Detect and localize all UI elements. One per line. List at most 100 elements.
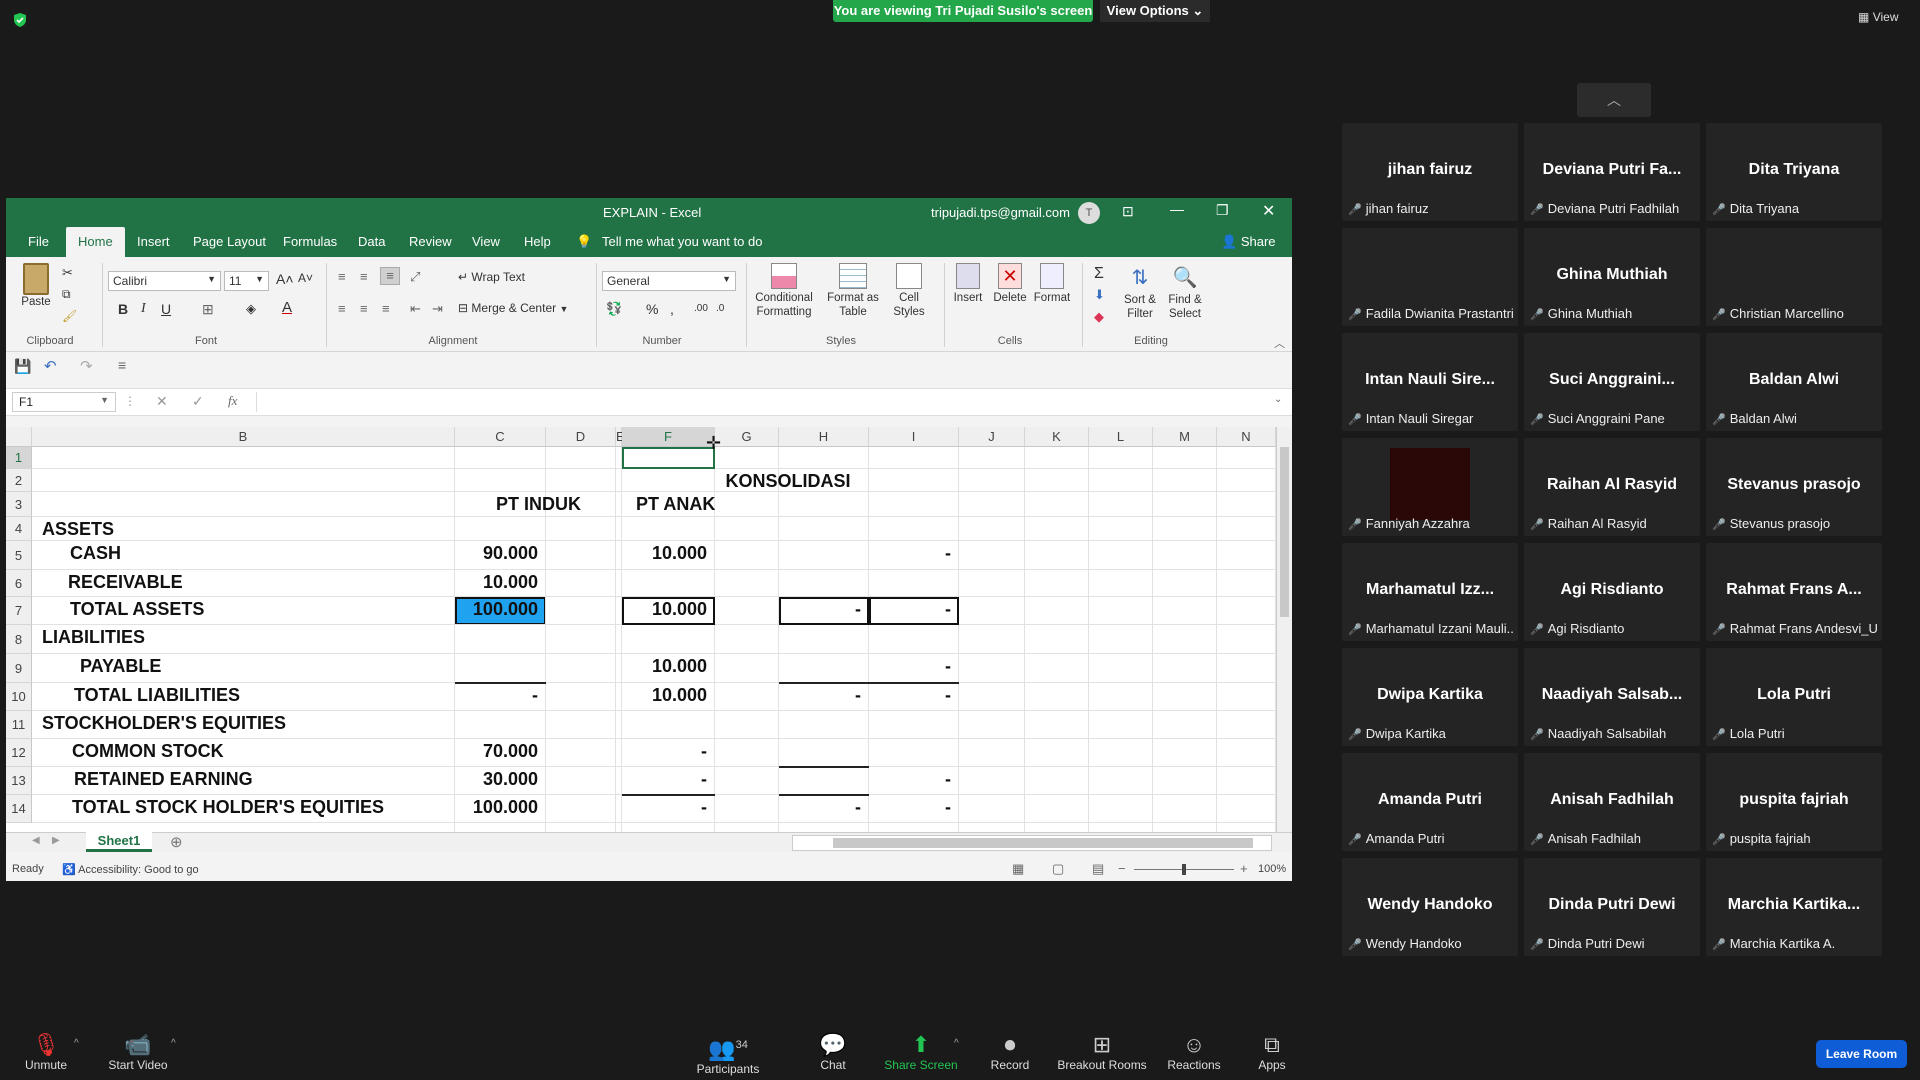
participant-tile[interactable]: 🎤 Christian Marcellino	[1706, 228, 1882, 326]
security-shield-icon[interactable]	[12, 12, 28, 28]
ribbon-display-icon[interactable]: ⊡	[1122, 203, 1134, 220]
increase-indent-icon[interactable]: ⇥	[432, 301, 443, 317]
chat-button[interactable]: 💬 Chat	[808, 1032, 858, 1072]
tab-formulas[interactable]: Formulas	[283, 234, 337, 249]
page-break-view-icon[interactable]: ▤	[1092, 861, 1104, 877]
participant-tile[interactable]: puspita fajriah 🎤 puspita fajriah	[1706, 753, 1882, 851]
participant-tile[interactable]: Raihan Al Rasyid 🎤 Raihan Al Rasyid	[1524, 438, 1700, 536]
sheet-tab-sheet1[interactable]: Sheet1	[86, 832, 152, 852]
format-cells-button[interactable]: Format	[1030, 263, 1074, 305]
bold-icon[interactable]: B	[118, 301, 128, 317]
restore-icon[interactable]: ❐	[1216, 202, 1229, 219]
participant-tile[interactable]: jihan fairuz 🎤 jihan fairuz	[1342, 123, 1518, 221]
wrap-text-button[interactable]: ↵ Wrap Text	[458, 270, 525, 284]
italic-icon[interactable]: I	[141, 301, 146, 317]
participant-tile[interactable]: Rahmat Frans A... 🎤 Rahmat Frans Andesvi_U…	[1706, 543, 1882, 641]
participant-tile[interactable]: Lola Putri 🎤 Lola Putri	[1706, 648, 1882, 746]
start-video-button[interactable]: 📹 Start Video	[104, 1032, 172, 1072]
chevron-up-icon[interactable]: ^	[171, 1038, 176, 1049]
row-header[interactable]: 9	[6, 654, 32, 683]
row-header[interactable]: 13	[6, 767, 32, 795]
column-header[interactable]: H	[779, 427, 869, 447]
record-button[interactable]: ⏺ Record	[984, 1032, 1036, 1072]
format-painter-icon[interactable]: 🖌	[62, 309, 77, 323]
row-header[interactable]: 10	[6, 683, 32, 711]
format-as-table-button[interactable]: Format as Table	[824, 263, 882, 319]
collapse-ribbon-icon[interactable]: ︿	[1274, 335, 1285, 351]
page-layout-view-icon[interactable]: ▢	[1052, 861, 1064, 877]
account-avatar[interactable]: T	[1078, 202, 1100, 224]
percent-icon[interactable]: %	[646, 301, 658, 317]
participants-button[interactable]: 👥34 Participants	[692, 1032, 764, 1076]
column-header[interactable]: B	[32, 427, 455, 447]
cell-styles-button[interactable]: Cell Styles	[884, 263, 934, 319]
participant-tile[interactable]: Naadiyah Salsab... 🎤 Naadiyah Salsabilah	[1524, 648, 1700, 746]
align-center-icon[interactable]: ≡	[360, 301, 368, 316]
participant-tile[interactable]: Agi Risdianto 🎤 Agi Risdianto	[1524, 543, 1700, 641]
fill-icon[interactable]: ⬇	[1094, 287, 1105, 303]
participant-tile[interactable]: Marchia Kartika... 🎤 Marchia Kartika A.	[1706, 858, 1882, 956]
row-header[interactable]: 11	[6, 711, 32, 739]
row-header[interactable]: 12	[6, 739, 32, 767]
decrease-indent-icon[interactable]: ⇤	[410, 301, 421, 317]
row-header[interactable]: 6	[6, 570, 32, 597]
leave-room-button[interactable]: Leave Room	[1816, 1040, 1907, 1068]
participant-tile[interactable]: Stevanus prasojo 🎤 Stevanus prasojo	[1706, 438, 1882, 536]
vertical-scrollbar[interactable]	[1276, 427, 1292, 832]
comma-style-icon[interactable]: ,	[670, 301, 674, 317]
align-middle-icon[interactable]: ≡	[360, 269, 368, 284]
column-header[interactable]: F	[622, 427, 715, 447]
column-header[interactable]: C	[455, 427, 546, 447]
participant-tile[interactable]: 🎤 Fanniyah Azzahra	[1342, 438, 1518, 536]
column-header[interactable]: K	[1025, 427, 1089, 447]
row-header[interactable]: 7	[6, 597, 32, 625]
column-header[interactable]: G	[715, 427, 779, 447]
confirm-formula-icon[interactable]: ✓	[192, 393, 204, 410]
column-header[interactable]: L	[1089, 427, 1153, 447]
align-top-icon[interactable]: ≡	[338, 269, 346, 284]
gallery-scroll-up-button[interactable]: ︿	[1577, 83, 1651, 117]
worksheet-grid[interactable]: B C D E F G H I J K L M N 1 2 3 4 5 6 7 8 9 10 11 12 13 14 KONSOLID…	[6, 427, 1292, 832]
sort-filter-button[interactable]: ⇅ Sort & Filter	[1120, 263, 1160, 321]
align-bottom-icon[interactable]: ≡	[380, 267, 400, 285]
participant-tile[interactable]: Amanda Putri 🎤 Amanda Putri	[1342, 753, 1518, 851]
zoom-out-icon[interactable]: −	[1118, 861, 1126, 876]
breakout-rooms-button[interactable]: ⊞ Breakout Rooms	[1054, 1032, 1150, 1072]
find-select-button[interactable]: 🔍 Find & Select	[1164, 263, 1206, 321]
column-header[interactable]: M	[1153, 427, 1217, 447]
select-all-corner[interactable]	[6, 427, 32, 447]
normal-view-icon[interactable]: ▦	[1012, 861, 1024, 877]
accessibility-status[interactable]: ♿ Accessibility: Good to go	[62, 863, 199, 876]
participant-tile[interactable]: Dinda Putri Dewi 🎤 Dinda Putri Dewi	[1524, 858, 1700, 956]
accounting-format-icon[interactable]: 💱	[606, 301, 622, 317]
underline-icon[interactable]: U	[161, 301, 171, 317]
participant-tile[interactable]: Deviana Putri Fa... 🎤 Deviana Putri Fadhil…	[1524, 123, 1700, 221]
column-header[interactable]: J	[959, 427, 1025, 447]
account-email[interactable]: tripujadi.tps@gmail.com	[931, 205, 1070, 220]
active-cell-f1[interactable]	[622, 447, 715, 469]
tab-view[interactable]: View	[472, 234, 500, 249]
participant-tile[interactable]: 🎤 Fadila Dwianita Prastantri	[1342, 228, 1518, 326]
zoom-slider[interactable]	[1134, 864, 1234, 875]
column-header[interactable]: D	[546, 427, 616, 447]
name-box[interactable]: F1 ▼	[12, 392, 116, 412]
expand-formula-icon[interactable]: ⌄	[1274, 394, 1282, 405]
tab-home[interactable]: Home	[66, 227, 125, 257]
font-color-icon[interactable]: A	[282, 299, 292, 316]
row-header[interactable]: 1	[6, 447, 32, 469]
row-header[interactable]: 4	[6, 517, 32, 541]
orientation-icon[interactable]: ⤢	[410, 269, 420, 285]
view-options-button[interactable]: View Options ⌄	[1100, 0, 1210, 22]
decrease-font-icon[interactable]: A˅	[298, 271, 313, 285]
participant-tile[interactable]: Wendy Handoko 🎤 Wendy Handoko	[1342, 858, 1518, 956]
participant-tile[interactable]: Baldan Alwi 🎤 Baldan Alwi	[1706, 333, 1882, 431]
insert-function-icon[interactable]: fx	[228, 393, 237, 409]
column-header[interactable]: N	[1217, 427, 1276, 447]
row-header[interactable]: 8	[6, 625, 32, 654]
tab-file[interactable]: File	[28, 234, 49, 249]
chevron-up-icon[interactable]: ^	[954, 1038, 959, 1049]
increase-font-icon[interactable]: A˄	[276, 271, 294, 287]
align-right-icon[interactable]: ≡	[382, 301, 390, 316]
participant-tile[interactable]: Marhamatul Izz... 🎤 Marhamatul Izzani Maul…	[1342, 543, 1518, 641]
apps-button[interactable]: ⧉ Apps	[1252, 1032, 1292, 1072]
